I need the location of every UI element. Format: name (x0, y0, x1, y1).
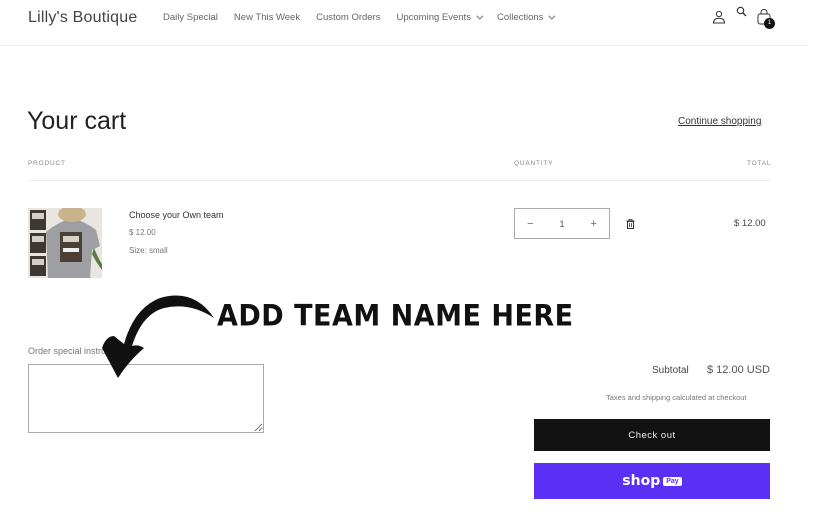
quantity-value[interactable]: 1 (559, 219, 564, 229)
quantity-stepper: − 1 + (514, 208, 610, 239)
site-header: Lilly's Boutique Daily Special New This … (0, 0, 808, 46)
nav-custom-orders[interactable]: Custom Orders (316, 12, 380, 23)
nav-daily-special[interactable]: Daily Special (163, 12, 218, 23)
nav-label: New This Week (233, 12, 301, 23)
trash-icon[interactable] (626, 219, 635, 229)
column-header-product: PRODUCT (28, 160, 66, 167)
increment-button[interactable]: + (591, 218, 597, 230)
account-icon[interactable] (712, 10, 726, 24)
shop-pay-wordmark: shop (622, 473, 661, 489)
nav-label: Upcoming Events (396, 12, 471, 23)
page-title: Your cart (27, 107, 127, 135)
nav-label: Custom Orders (316, 12, 381, 23)
annotation-text: ADD TEAM NAME HERE (217, 299, 574, 334)
table-divider (28, 180, 770, 181)
chevron-down-icon (548, 12, 556, 20)
tax-note: Taxes and shipping calculated at checkou… (606, 393, 747, 402)
shop-pay-button[interactable]: shop Pay (534, 463, 770, 499)
product-size: Size: small (129, 246, 168, 255)
arrow-annotation-icon (102, 295, 214, 378)
nav-new-this-week[interactable]: New This Week (234, 12, 300, 23)
product-image[interactable] (28, 208, 102, 278)
header-icons: 1 (712, 6, 782, 30)
subtotal-value: $ 12.00 USD (707, 364, 770, 376)
search-icon[interactable] (736, 6, 747, 17)
continue-shopping-link[interactable]: Continue shopping (678, 116, 761, 127)
main-nav: Daily Special New This Week Custom Order… (163, 12, 569, 23)
nav-collections[interactable]: Collections (496, 12, 556, 23)
line-total: $ 12.00 (734, 218, 766, 229)
shop-pay-pill: Pay (663, 476, 682, 486)
nav-label: Collections (496, 12, 544, 23)
decrement-button[interactable]: − (527, 218, 533, 230)
product-price: $ 12.00 (129, 228, 156, 237)
column-header-total: TOTAL (747, 160, 772, 167)
product-name[interactable]: Choose your Own team (129, 210, 224, 220)
subtotal-label: Subtotal (652, 365, 689, 376)
store-logo[interactable]: Lilly's Boutique (28, 9, 137, 27)
chevron-down-icon (476, 12, 484, 20)
column-header-quantity: QUANTITY (514, 160, 554, 167)
nav-label: Daily Special (163, 12, 218, 23)
nav-upcoming-events[interactable]: Upcoming Events (396, 12, 484, 23)
checkout-button[interactable]: Check out (534, 419, 770, 451)
cart-count-badge: 1 (764, 18, 775, 29)
